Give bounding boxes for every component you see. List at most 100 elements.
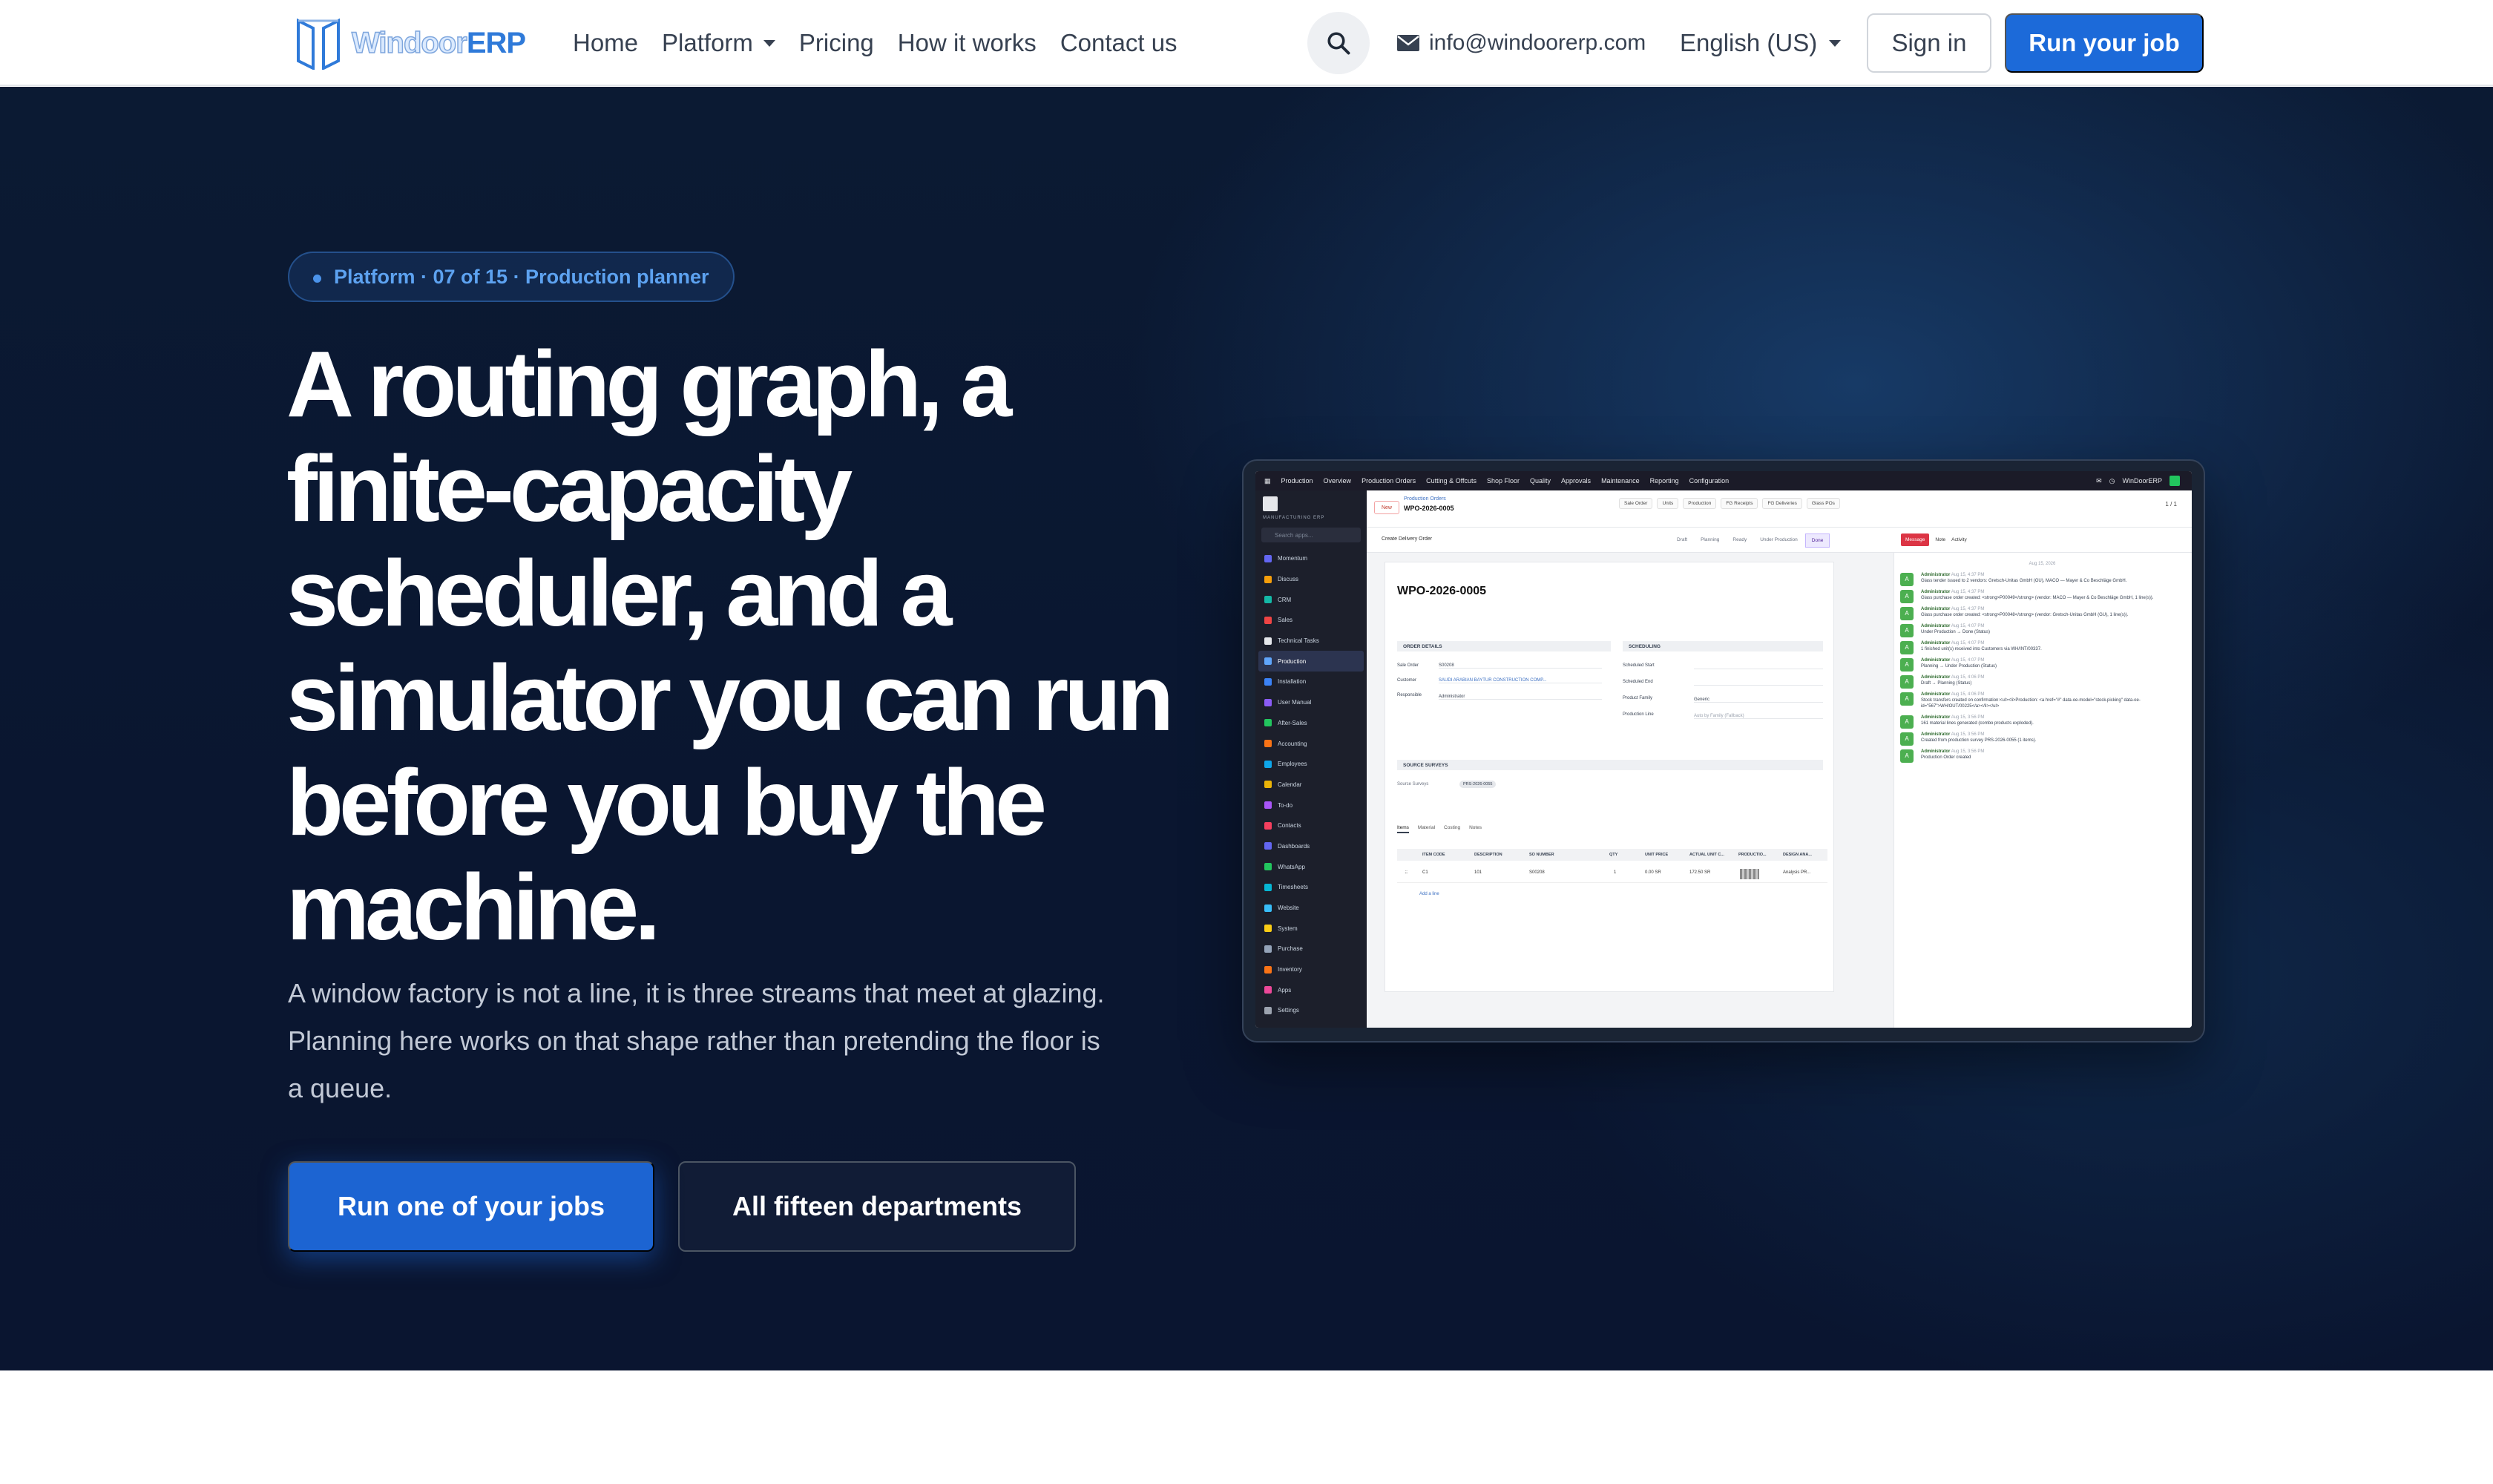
- message-time: Aug 15, 3:56 PM: [1951, 715, 1985, 720]
- app-icon: [1264, 677, 1272, 686]
- message-body: Production Order created: [1921, 755, 1971, 760]
- chevron-down-icon: [763, 39, 775, 47]
- sidebar-app-label: Apps: [1278, 986, 1292, 994]
- status-step-active: Done: [1804, 533, 1830, 548]
- sidebar-app-label: Settings: [1278, 1007, 1299, 1014]
- message-time: Aug 15, 4:07 PM: [1951, 624, 1985, 628]
- smart-button: FG Deliveries: [1762, 498, 1802, 509]
- avatar: A: [1900, 624, 1914, 637]
- message-body: Glass purchase order created: <strong>P0…: [1921, 613, 2129, 617]
- survey-tag: PRS-2026-0055: [1459, 781, 1497, 788]
- scheduling-heading: SCHEDULING: [1623, 641, 1823, 651]
- message-time: Aug 15, 4:07 PM: [1951, 641, 1985, 646]
- avatar: A: [1900, 692, 1914, 706]
- topbar-menu-item: Configuration: [1689, 477, 1730, 485]
- field-value: S00208: [1439, 663, 1602, 669]
- source-surveys-heading: SOURCE SURVEYS: [1397, 760, 1823, 770]
- message-time: Aug 15, 4:07 PM: [1951, 658, 1985, 663]
- app-icon: [1264, 698, 1272, 706]
- sidebar-app-label: Inventory: [1278, 966, 1302, 974]
- avatar: A: [1900, 573, 1914, 586]
- sidebar-app-label: To-do: [1278, 801, 1293, 809]
- chatter-message: A Administrator Aug 15, 4:37 PM Glass purc…: [1900, 606, 2184, 620]
- run-your-job-button[interactable]: Run your job: [2005, 13, 2204, 73]
- topbar-menu-item: Approvals: [1561, 477, 1592, 485]
- tab-items: Items: [1397, 825, 1409, 833]
- hero-headline: A routing graph, a finite-capacity sched…: [286, 332, 1174, 959]
- sidebar-app-label: Installation: [1278, 678, 1307, 686]
- app-icon: [1264, 719, 1272, 727]
- all-departments-button[interactable]: All fifteen departments: [678, 1161, 1076, 1252]
- app-icon: [1264, 781, 1272, 789]
- chatter-message: A Administrator Aug 15, 4:06 PM Stock tran…: [1900, 692, 2184, 709]
- app-icon: [1264, 657, 1272, 666]
- field-label: Production Line: [1623, 712, 1654, 717]
- sidebar-app-item: Accounting: [1255, 733, 1367, 754]
- sidebar-app-item: Production: [1258, 651, 1364, 672]
- drag-handle-icon: ⠿: [1405, 871, 1408, 876]
- email-link[interactable]: info@windoorerp.com: [1396, 0, 1646, 86]
- chatter-panel: Aug 15, 2026 A Administrator Aug 15, 4:37…: [1893, 553, 2192, 1028]
- sidebar-app-item: Technical Tasks: [1255, 631, 1367, 651]
- message-author: Administrator: [1921, 732, 1951, 737]
- app-icon: [1264, 965, 1272, 974]
- app-icon: [1264, 863, 1272, 871]
- nav-link-platform[interactable]: Platform: [662, 29, 775, 57]
- nav-link-how-it-works[interactable]: How it works: [898, 29, 1037, 57]
- avatar: A: [1900, 675, 1914, 689]
- sidebar-app-label: Momentum: [1278, 555, 1308, 562]
- record-pager: 1 / 1: [2165, 501, 2177, 508]
- sidebar-app-label: User Manual: [1278, 699, 1312, 706]
- message-author: Administrator: [1921, 590, 1951, 594]
- avatar: A: [1900, 658, 1914, 672]
- nav-link-contact[interactable]: Contact us: [1060, 29, 1177, 57]
- run-one-of-your-jobs-button[interactable]: Run one of your jobs: [288, 1161, 654, 1252]
- message-time: Aug 15, 4:06 PM: [1951, 692, 1985, 697]
- nav-link-pricing[interactable]: Pricing: [799, 29, 874, 57]
- sign-in-button[interactable]: Sign in: [1867, 13, 1991, 73]
- chatter-message: A Administrator Aug 15, 4:06 PM Draft → Pl…: [1900, 674, 2184, 689]
- smart-buttons: Sale Order Units Production FG Receipts …: [1619, 498, 1840, 509]
- sidebar-app-label: WhatsApp: [1278, 863, 1305, 870]
- topbar-menu-item: Cutting & Offcuts: [1426, 477, 1477, 485]
- app-icon: [1264, 596, 1272, 604]
- sidebar-app-item: Contacts: [1255, 815, 1367, 836]
- field-value: Generic: [1694, 697, 1823, 703]
- sidebar-app-item: System: [1255, 918, 1367, 939]
- product-screenshot-frame: ▦ Production Overview Production Orders …: [1242, 459, 2205, 1043]
- sidebar-app-item: After-Sales: [1255, 713, 1367, 734]
- message-body: Under Production → Done (Status): [1921, 630, 1991, 634]
- sidebar-app-label: Technical Tasks: [1278, 637, 1319, 645]
- topbar-menu-item: Production Orders: [1362, 477, 1416, 485]
- sidebar-app-item: User Manual: [1255, 692, 1367, 713]
- record-breadcrumb: Production Orders WPO-2026-0005: [1404, 496, 1454, 512]
- nav-link-home[interactable]: Home: [573, 29, 638, 57]
- tab-material: Material: [1417, 825, 1436, 830]
- message-author: Administrator: [1921, 749, 1951, 754]
- record-form: WPO-2026-0005 ORDER DETAILS SCHEDULING S…: [1385, 562, 1834, 992]
- app-icon: [1264, 1006, 1272, 1014]
- avatar: A: [1900, 749, 1914, 763]
- items-table-header: ITEM CODE DESCRIPTION SO NUMBER QTY UNIT…: [1397, 849, 1827, 861]
- message-time: Aug 15, 3:56 PM: [1951, 732, 1985, 737]
- record-toolbar: Create Delivery Order Draft Planning Rea…: [1367, 528, 2192, 553]
- brand-logo[interactable]: WindoorERP: [295, 16, 526, 70]
- search-button[interactable]: [1307, 12, 1370, 74]
- record-title: WPO-2026-0005: [1397, 585, 1487, 597]
- sidebar-app-item: CRM: [1255, 589, 1367, 610]
- language-selector[interactable]: English (US): [1680, 0, 1842, 86]
- field-label: Scheduled Start: [1623, 663, 1655, 668]
- message-time: Aug 15, 4:37 PM: [1951, 607, 1985, 611]
- message-body: Planning → Under Production (Status): [1921, 664, 1997, 669]
- field-value: SAUDI ARABIAN BAYTUR CONSTRUCTION COMP..…: [1439, 678, 1602, 683]
- avatar: A: [1900, 607, 1914, 620]
- app-brand: MANUFACTURING ERP: [1263, 516, 1325, 520]
- sidebar-app-label: Purchase: [1278, 945, 1303, 953]
- chatter-message: A Administrator Aug 15, 4:07 PM Under Prod…: [1900, 623, 2184, 637]
- chatter-message: A Administrator Aug 15, 4:07 PM 1 finished…: [1900, 640, 2184, 654]
- chatter-message: A Administrator Aug 15, 4:37 PM Glass purc…: [1900, 589, 2184, 603]
- app-icon: [1264, 740, 1272, 748]
- field-value: Administrator: [1439, 695, 1602, 700]
- sidebar-app-item: Settings: [1255, 1000, 1367, 1021]
- sidebar-app-item: Sales: [1255, 610, 1367, 631]
